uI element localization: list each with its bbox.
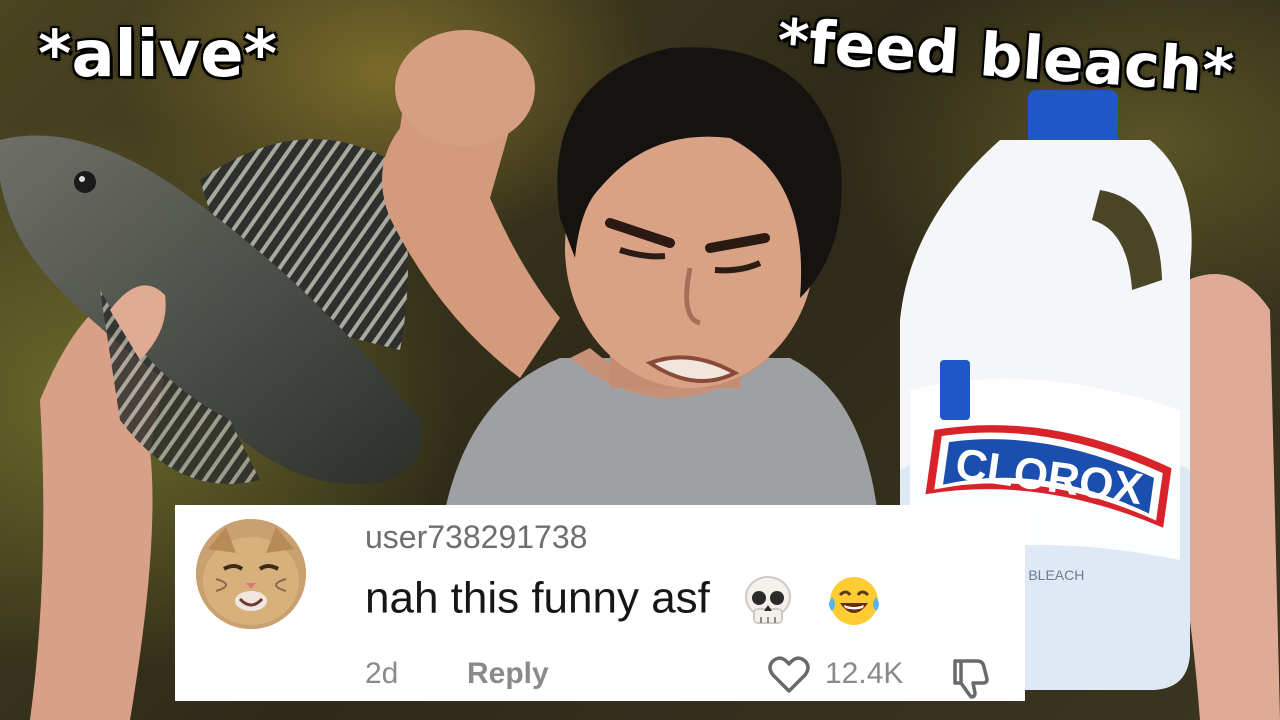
avatar[interactable]	[196, 519, 306, 629]
caption-alive: *alive*	[38, 18, 278, 92]
comment-age: 2d	[365, 657, 399, 690]
comment-card: user738291738 nah this funny asf 2d Repl…	[175, 505, 1025, 701]
comment-text: nah this funny asf	[365, 573, 882, 629]
reply-button[interactable]: Reply	[467, 657, 549, 691]
tears-of-joy-emoji	[829, 577, 880, 625]
cat-avatar-image	[196, 519, 306, 629]
like-count: 12.4K	[825, 657, 904, 690]
dislike-icon[interactable]	[947, 655, 991, 699]
comment-body: nah this funny asf	[365, 573, 710, 623]
person-illustration	[382, 30, 880, 538]
skull-emoji	[745, 576, 792, 624]
heart-icon[interactable]	[767, 655, 811, 695]
comment-username[interactable]: user738291738	[365, 519, 587, 556]
